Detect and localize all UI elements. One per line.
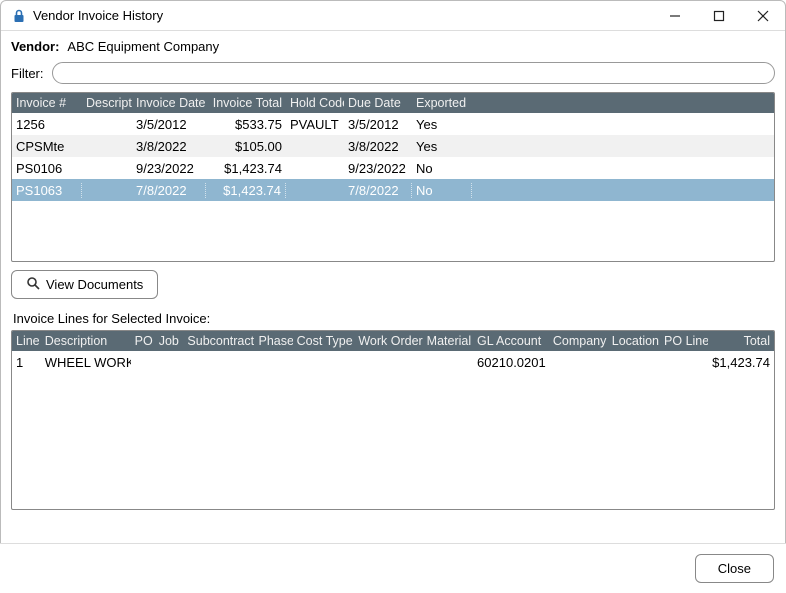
invoice-lines-label: Invoice Lines for Selected Invoice: xyxy=(13,311,775,326)
lines-grid-body: 1WHEEL WORK60210.0201$1,423.74 xyxy=(12,351,774,509)
table-row[interactable]: 12563/5/2012$533.75PVAULT3/5/2012Yes xyxy=(12,113,774,135)
col-cost-type[interactable]: Cost Type xyxy=(293,334,355,348)
col-job[interactable]: Job xyxy=(155,334,184,348)
filter-input[interactable] xyxy=(52,62,776,84)
col-due-date[interactable]: Due Date xyxy=(344,96,412,110)
col-gl-account[interactable]: GL Account xyxy=(473,334,549,348)
table-row[interactable]: PS10637/8/2022$1,423.747/8/2022No xyxy=(12,179,774,201)
col-exported[interactable]: Exported xyxy=(412,96,472,110)
window-controls xyxy=(653,1,785,30)
lines-grid-header: Line Description PO Job Subcontract Phas… xyxy=(12,331,774,351)
vendor-name: ABC Equipment Company xyxy=(67,39,219,54)
invoice-grid-header: Invoice # Description Invoice Date Invoi… xyxy=(12,93,774,113)
vendor-row: Vendor: ABC Equipment Company xyxy=(11,39,775,54)
table-row[interactable]: PS01069/23/2022$1,423.749/23/2022No xyxy=(12,157,774,179)
col-phase[interactable]: Phase xyxy=(255,334,293,348)
lines-grid[interactable]: Line Description PO Job Subcontract Phas… xyxy=(11,330,775,510)
col-company[interactable]: Company xyxy=(549,334,608,348)
invoice-grid-empty xyxy=(12,201,774,261)
vendor-label: Vendor: xyxy=(11,39,59,54)
minimize-button[interactable] xyxy=(653,1,697,30)
col-line[interactable]: Line xyxy=(12,334,41,348)
maximize-button[interactable] xyxy=(697,1,741,30)
table-row[interactable]: 1WHEEL WORK60210.0201$1,423.74 xyxy=(12,351,774,373)
col-location[interactable]: Location xyxy=(608,334,660,348)
filter-row: Filter: xyxy=(11,62,775,84)
col-material[interactable]: Material xyxy=(423,334,473,348)
invoice-grid-body: 12563/5/2012$533.75PVAULT3/5/2012YesCPSM… xyxy=(12,113,774,201)
titlebar: Vendor Invoice History xyxy=(1,1,785,31)
window-title: Vendor Invoice History xyxy=(33,8,653,23)
filter-label: Filter: xyxy=(11,66,44,81)
search-icon xyxy=(26,276,40,293)
invoice-grid[interactable]: Invoice # Description Invoice Date Invoi… xyxy=(11,92,775,262)
col-total[interactable]: Total xyxy=(708,334,774,348)
col-po[interactable]: PO xyxy=(131,334,155,348)
view-documents-label: View Documents xyxy=(46,277,143,292)
col-hold-code[interactable]: Hold Code xyxy=(286,96,344,110)
col-description[interactable]: Description xyxy=(82,96,132,110)
col-subcontract[interactable]: Subcontract xyxy=(183,334,254,348)
close-window-button[interactable] xyxy=(741,1,785,30)
footer: Close xyxy=(0,543,786,593)
col-invoice-total[interactable]: Invoice Total xyxy=(206,96,286,110)
col-invoice-no[interactable]: Invoice # xyxy=(12,96,82,110)
view-documents-button[interactable]: View Documents xyxy=(11,270,158,299)
lock-icon xyxy=(11,9,27,23)
close-button[interactable]: Close xyxy=(695,554,774,583)
col-work-order[interactable]: Work Order xyxy=(354,334,422,348)
col-invoice-date[interactable]: Invoice Date xyxy=(132,96,206,110)
table-row[interactable]: CPSMte3/8/2022$105.003/8/2022Yes xyxy=(12,135,774,157)
col-line-desc[interactable]: Description xyxy=(41,334,131,348)
col-po-line[interactable]: PO Line xyxy=(660,334,708,348)
